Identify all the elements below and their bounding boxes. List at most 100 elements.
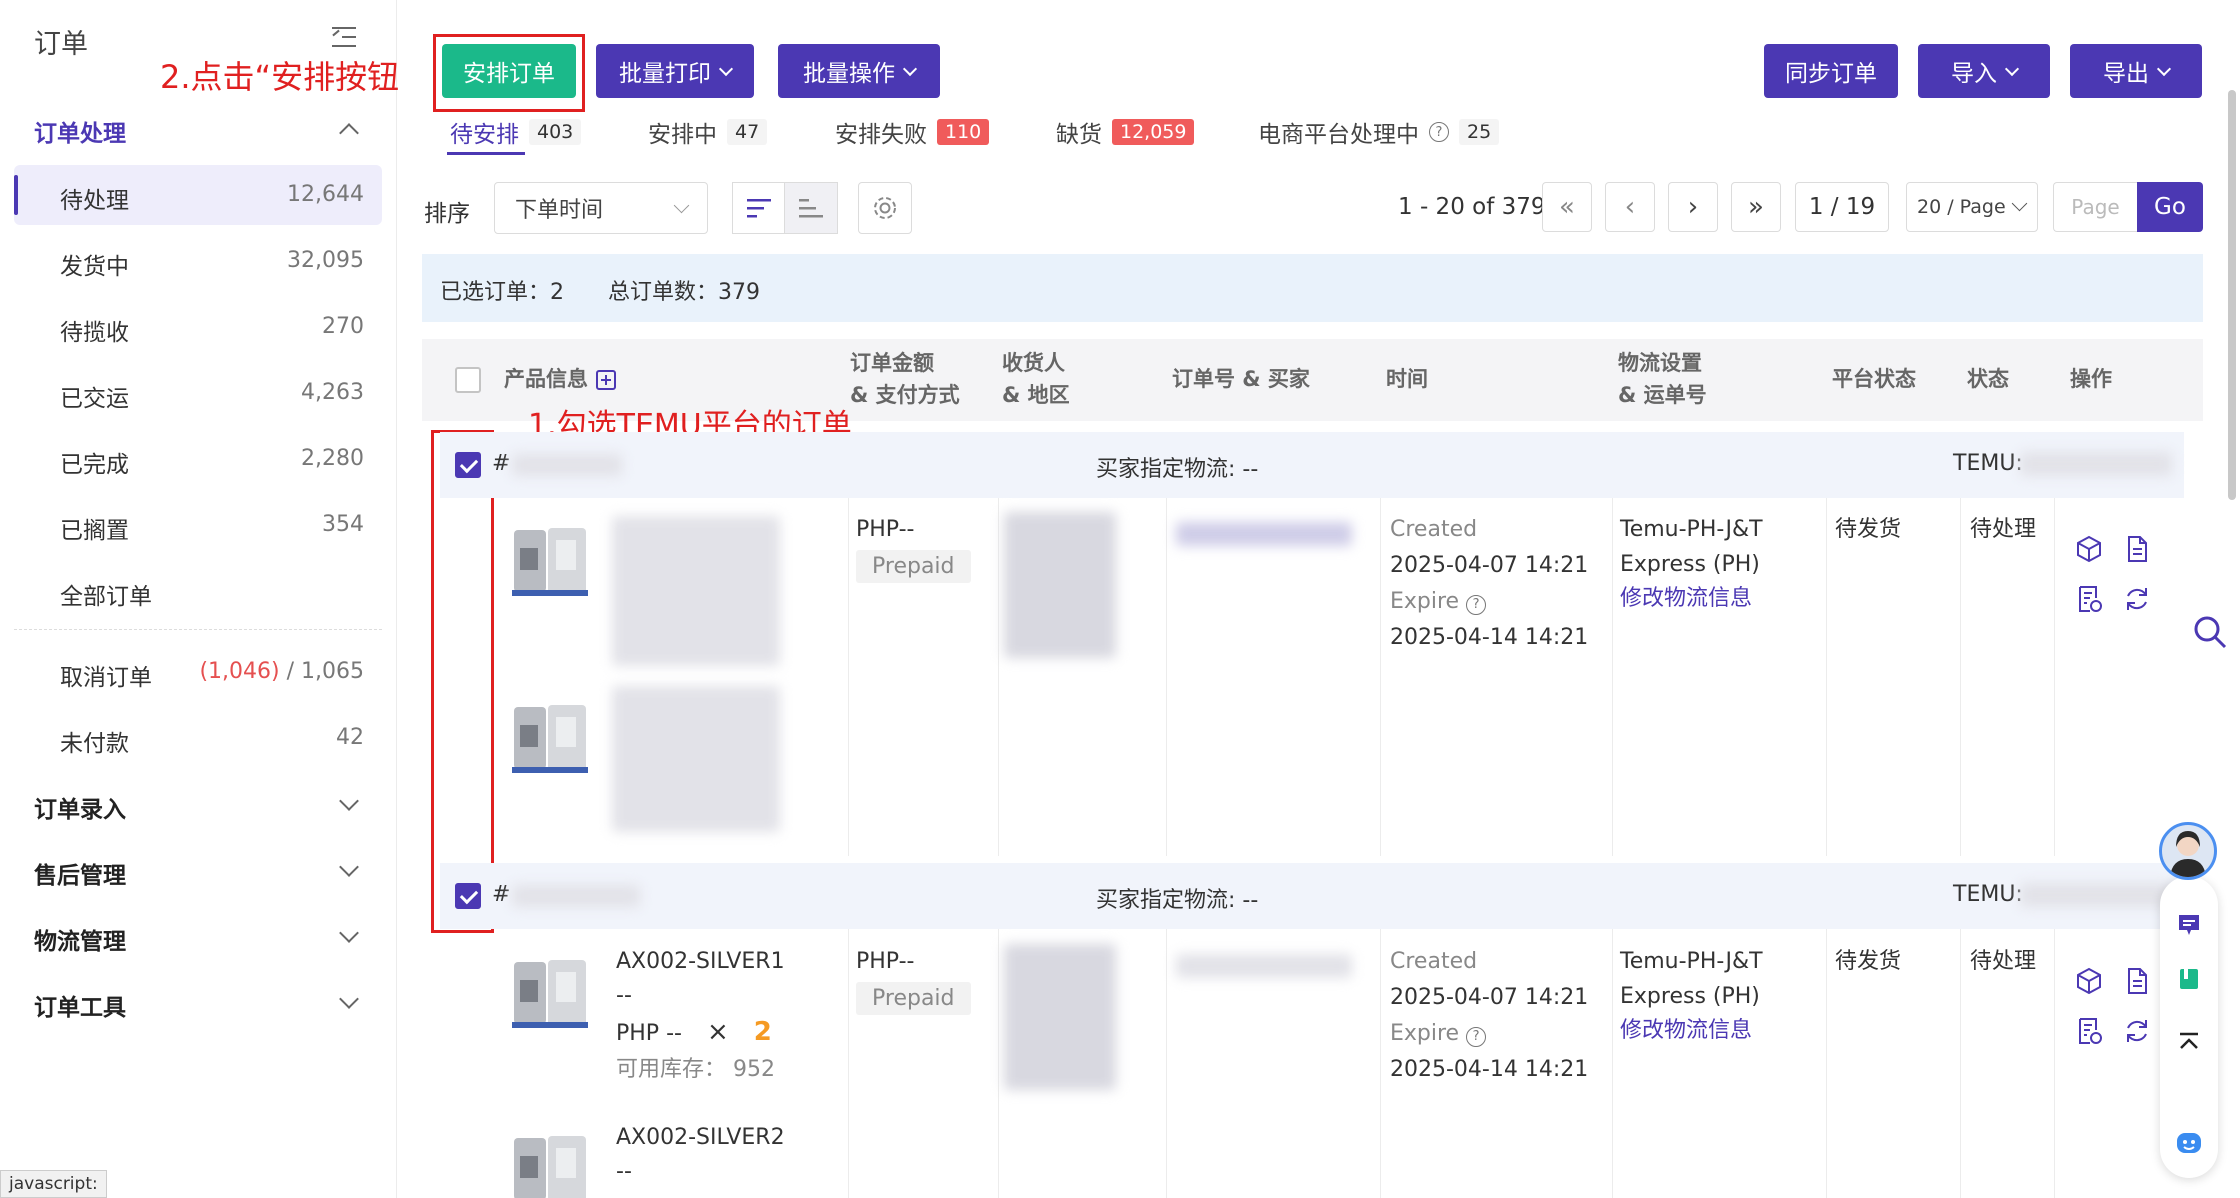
sidebar-item-label: 全部订单 — [60, 584, 152, 610]
sort-asc-icon[interactable] — [784, 182, 838, 234]
assistant-icon[interactable] — [2174, 1128, 2204, 1158]
created-label: Created — [1390, 949, 1478, 974]
col-receiver: 收货人 & 地区 — [1002, 347, 1070, 411]
sidebar-group-order-entry[interactable]: 订单录入 — [34, 790, 126, 824]
chevron-down-icon[interactable] — [339, 857, 359, 877]
sidebar-item-on-hold[interactable]: 已搁置 354 — [14, 495, 382, 555]
chevron-up-icon[interactable] — [339, 123, 359, 143]
book-icon[interactable] — [2176, 966, 2202, 992]
batch-operations-button[interactable]: 批量操作 — [778, 44, 940, 98]
search-icon[interactable] — [2192, 614, 2228, 650]
edit-logistics-link[interactable]: 修改物流信息 — [1620, 581, 1752, 617]
sort-select[interactable]: 下单时间 — [494, 182, 708, 234]
sidebar-item-awaiting-pickup[interactable]: 待揽收 270 — [14, 297, 382, 357]
export-button[interactable]: 导出 — [2070, 44, 2202, 98]
sidebar-item-handed-over[interactable]: 已交运 4,263 — [14, 363, 382, 423]
tab-arranging[interactable]: 安排中 47 — [648, 115, 768, 149]
item-price: PHP -- — [616, 1021, 682, 1046]
chat-icon[interactable] — [2176, 912, 2202, 938]
page-jump-input[interactable]: Page — [2053, 182, 2137, 232]
tab-to-arrange[interactable]: 待安排 403 — [450, 115, 582, 149]
select-all-checkbox[interactable] — [455, 367, 481, 393]
collapse-sidebar-icon[interactable] — [332, 24, 358, 50]
sidebar-item-shipping[interactable]: 发货中 32,095 — [14, 231, 382, 291]
item-stock: 可用库存： 952 — [616, 1052, 775, 1088]
sync-orders-label: 同步订单 — [1785, 61, 1877, 87]
expand-plus-icon[interactable] — [596, 370, 616, 390]
product-thumbnail[interactable] — [508, 1128, 592, 1198]
sidebar-group-order-tools[interactable]: 订单工具 — [34, 988, 126, 1022]
order-checkbox[interactable] — [455, 452, 481, 478]
first-page-icon[interactable]: « — [1542, 182, 1592, 232]
sidebar-group-after-sales[interactable]: 售后管理 — [34, 856, 126, 890]
browser-status-bar: javascript: — [0, 1170, 107, 1198]
sidebar-item-all-orders[interactable]: 全部订单 — [14, 561, 382, 621]
help-icon[interactable]: ? — [1429, 122, 1449, 142]
detail-list-icon[interactable] — [2074, 584, 2104, 614]
sort-desc-icon[interactable] — [732, 182, 786, 234]
chevron-down-icon[interactable] — [339, 989, 359, 1009]
import-button[interactable]: 导入 — [1918, 44, 2050, 98]
support-avatar[interactable] — [2159, 822, 2217, 880]
sidebar-divider — [14, 629, 382, 630]
tab-platform-processing[interactable]: 电商平台处理中? 25 — [1258, 115, 1500, 149]
package-icon[interactable] — [2074, 534, 2104, 564]
sidebar-item-cancelled[interactable]: 取消订单 (1,046) / 1,065 — [14, 642, 382, 702]
refresh-icon[interactable] — [2122, 1016, 2152, 1046]
item-stock-value: 952 — [733, 1057, 776, 1082]
expire-label: Expire ? — [1390, 584, 1487, 620]
tab-label: 电商平台处理中 — [1258, 122, 1419, 148]
col-amount: 订单金额 & 支付方式 — [850, 347, 960, 411]
product-thumbnail[interactable] — [508, 952, 592, 1036]
sidebar-item-pending[interactable]: 待处理 12,644 — [14, 165, 382, 225]
help-icon[interactable]: ? — [1466, 1027, 1487, 1047]
settings-gear-icon[interactable] — [858, 182, 912, 234]
refresh-icon[interactable] — [2122, 584, 2152, 614]
column-divider — [1960, 929, 1961, 1198]
sync-orders-button[interactable]: 同步订单 — [1764, 44, 1898, 98]
tab-out-of-stock[interactable]: 缺货 12,059 — [1056, 115, 1195, 149]
detail-list-icon[interactable] — [2074, 1016, 2104, 1046]
product-thumbnail[interactable] — [508, 520, 592, 604]
sidebar-item-count: (1,046) / 1,065 — [199, 659, 364, 684]
column-divider — [1826, 929, 1827, 1198]
go-button[interactable]: Go — [2137, 182, 2203, 232]
col-actions: 操作 — [2070, 367, 2112, 391]
sidebar-item-completed[interactable]: 已完成 2,280 — [14, 429, 382, 489]
column-divider — [848, 929, 849, 1198]
column-divider — [2054, 498, 2055, 856]
sidebar-group-order-processing[interactable]: 订单处理 — [34, 114, 126, 148]
cancel-count-red: (1,046) — [199, 659, 280, 684]
sidebar-item-unpaid[interactable]: 未付款 42 — [14, 708, 382, 768]
last-page-icon[interactable]: » — [1731, 182, 1781, 232]
sidebar-item-label: 已搁置 — [60, 518, 129, 544]
help-icon[interactable]: ? — [1466, 595, 1487, 615]
sidebar-item-count: 12,644 — [287, 182, 364, 207]
sidebar-group-logistics[interactable]: 物流管理 — [34, 922, 126, 956]
tab-count: 47 — [727, 119, 768, 145]
platform-label: TEMU: — [1953, 451, 2023, 476]
document-icon[interactable] — [2122, 966, 2152, 996]
selected-count: 已选订单：2 — [440, 280, 564, 305]
edit-logistics-link[interactable]: 修改物流信息 — [1620, 1013, 1752, 1049]
scrollbar[interactable] — [2228, 90, 2236, 500]
batch-print-button[interactable]: 批量打印 — [596, 44, 754, 98]
current-page-display[interactable]: 1 / 19 — [1795, 182, 1889, 232]
package-icon[interactable] — [2074, 966, 2104, 996]
tab-arrange-failed[interactable]: 安排失败 110 — [835, 115, 990, 149]
document-icon[interactable] — [2122, 534, 2152, 564]
chevron-down-icon[interactable] — [339, 791, 359, 811]
product-thumbnail[interactable] — [508, 697, 592, 781]
back-to-top-icon[interactable] — [2176, 1030, 2202, 1056]
next-page-icon[interactable]: › — [1668, 182, 1718, 232]
prev-page-icon[interactable]: ‹ — [1605, 182, 1655, 232]
chevron-down-icon[interactable] — [339, 923, 359, 943]
order-checkbox[interactable] — [455, 883, 481, 909]
col-amount-line2: & 支付方式 — [850, 383, 960, 407]
chevron-down-icon — [718, 61, 734, 76]
expire-label: Expire ? — [1390, 1016, 1487, 1052]
created-time: 2025-04-07 14:21 — [1390, 553, 1589, 578]
highlight-box-arrange — [433, 34, 585, 112]
page-size-select[interactable]: 20 / Page — [1906, 182, 2038, 232]
order-status: 待处理 — [1970, 517, 2037, 542]
